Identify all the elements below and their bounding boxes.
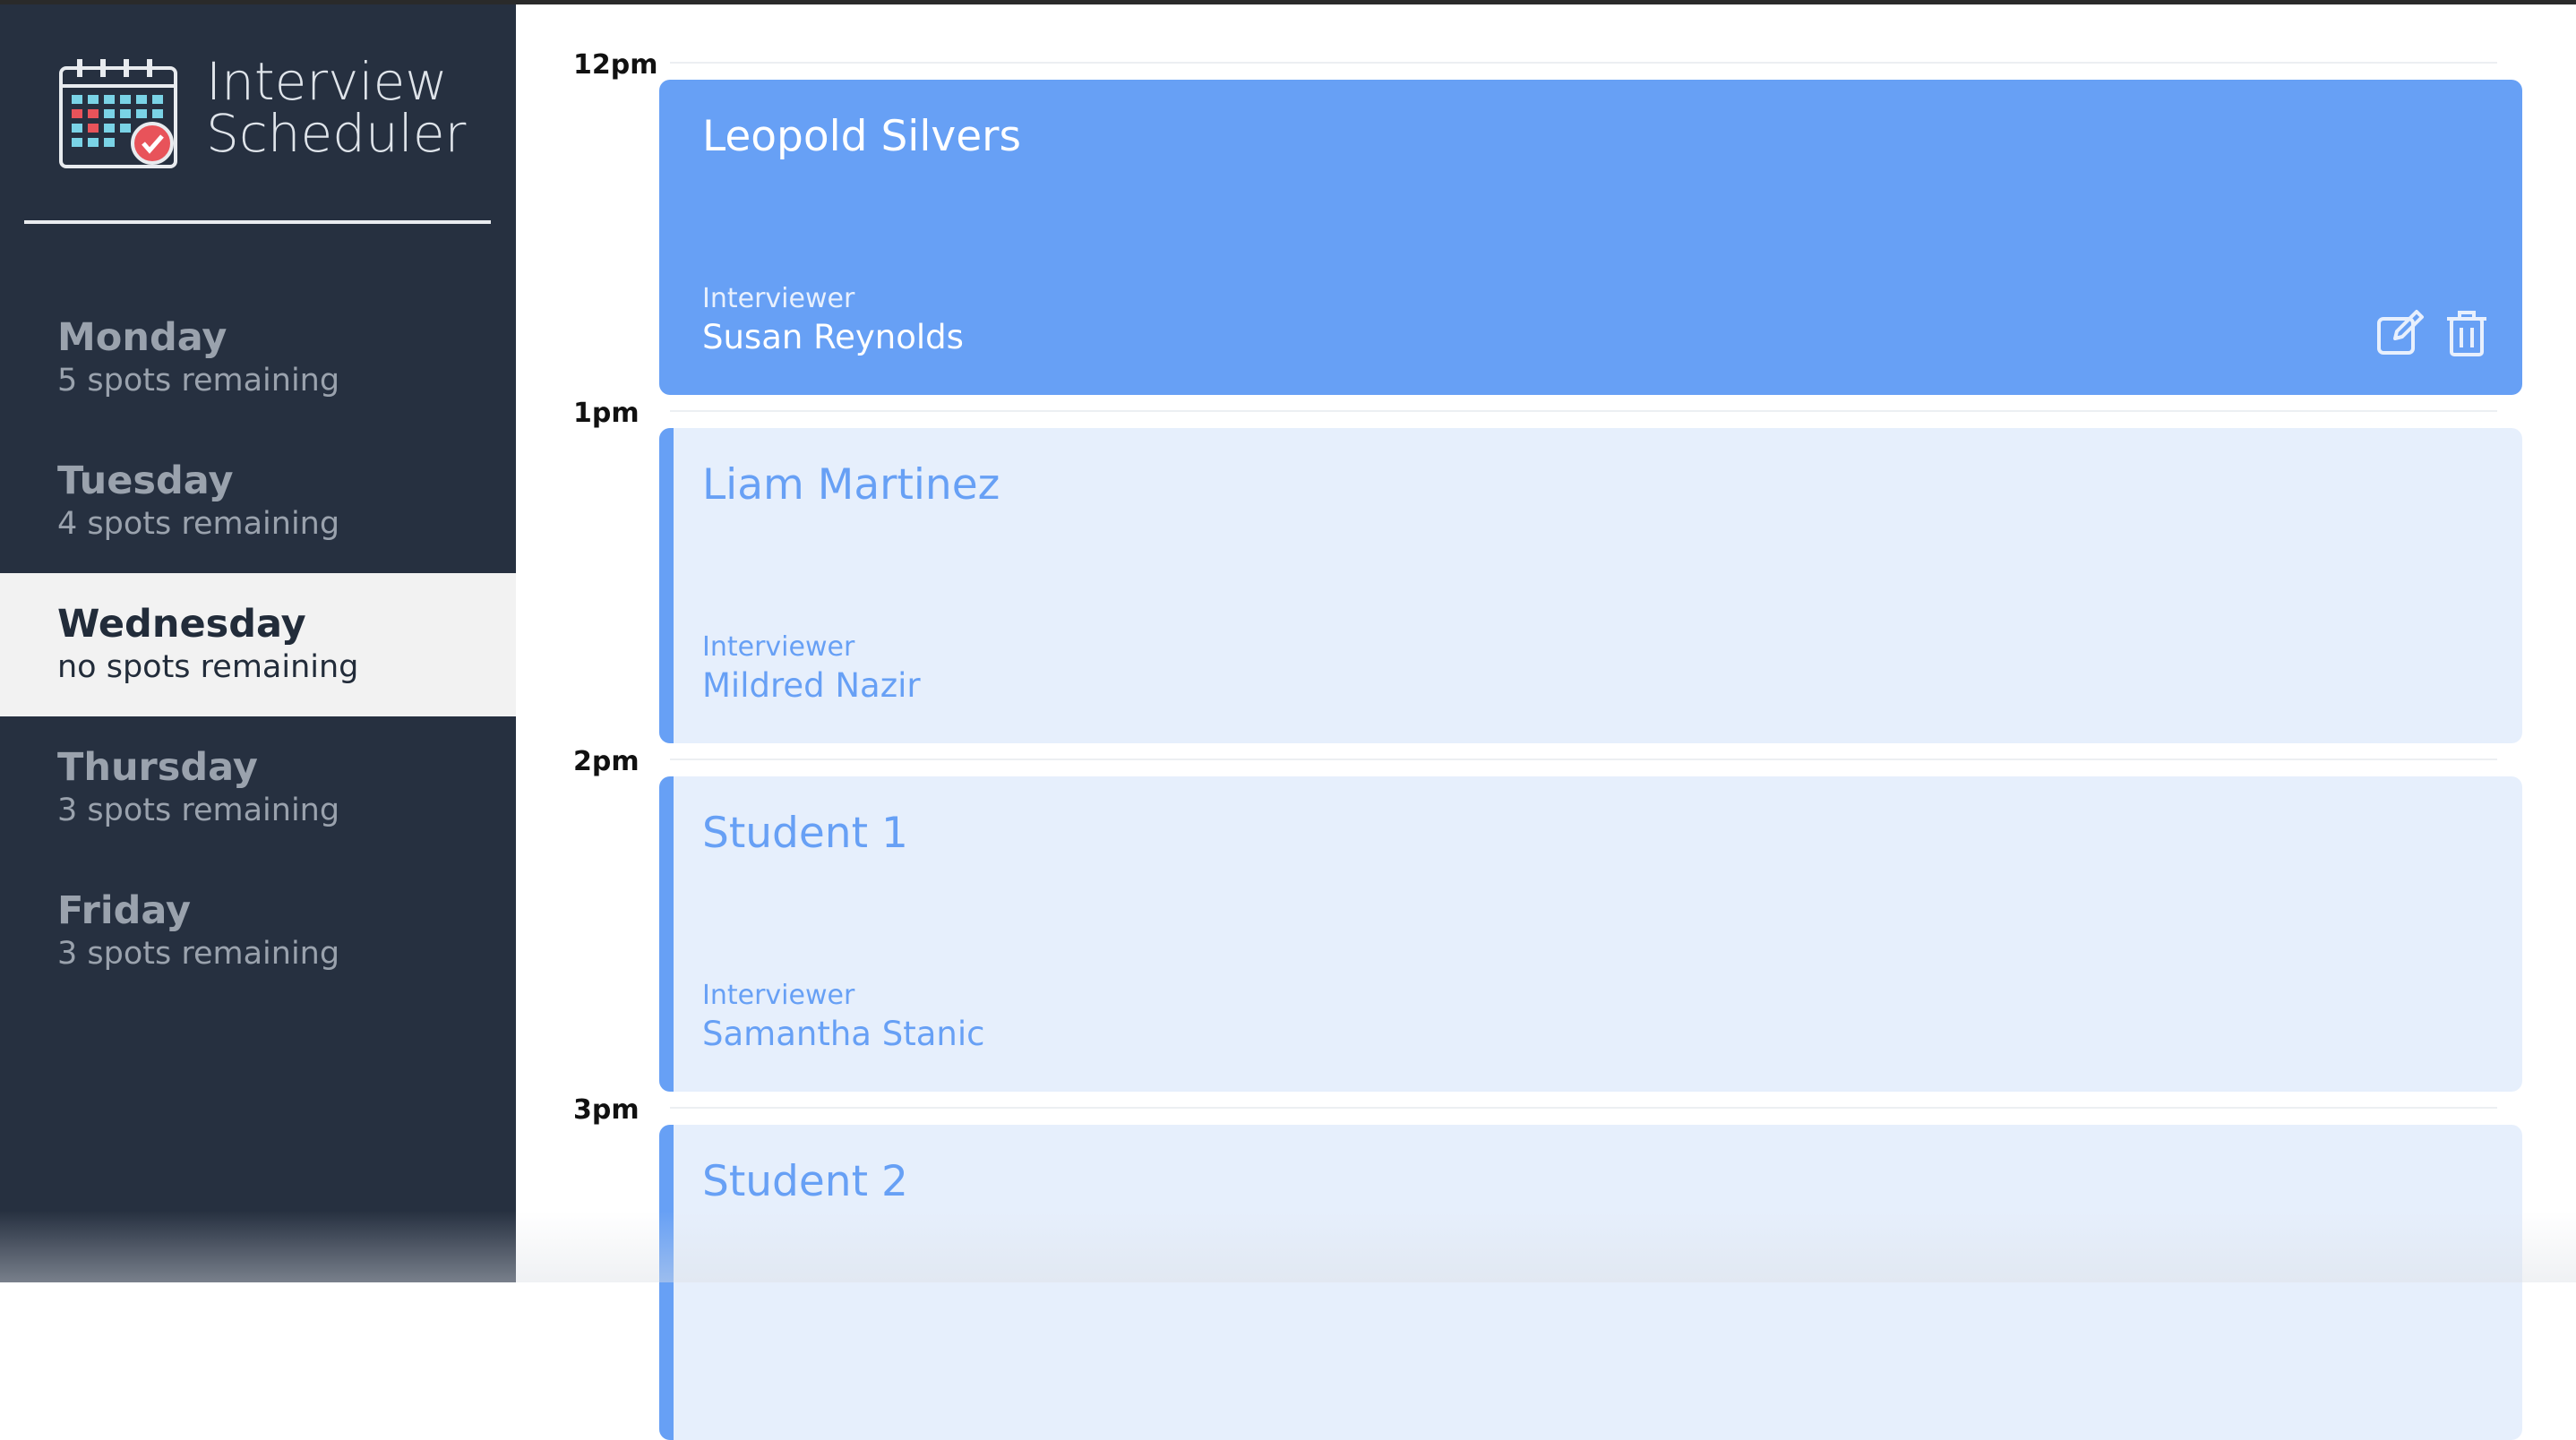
hour-divider — [670, 62, 2497, 64]
day-name: Thursday — [57, 745, 516, 790]
schedule: 12pm Leopold Silvers Interviewer Susan R… — [516, 4, 2576, 1282]
brand: Interview Scheduler — [59, 54, 480, 179]
sidebar-divider — [24, 220, 491, 224]
interviewer-label: Interviewer — [702, 980, 854, 1011]
interviewer-label: Interviewer — [702, 631, 854, 663]
day-name: Friday — [57, 888, 516, 933]
day-spots: 3 spots remaining — [57, 790, 516, 831]
appointment-card[interactable]: Student 1 Interviewer Samantha Stanic — [659, 776, 2522, 1092]
app-title-line2: Scheduler — [206, 107, 493, 159]
day-name: Tuesday — [57, 459, 516, 503]
hour-label: 3pm — [573, 1094, 640, 1126]
app-title: Interview Scheduler — [206, 56, 493, 159]
sidebar: Interview Scheduler Monday 5 spots remai… — [0, 4, 516, 1282]
interviewer-name: Samantha Stanic — [702, 1015, 984, 1053]
hour-label: 2pm — [573, 746, 640, 777]
interviewer-name: Susan Reynolds — [702, 318, 964, 356]
day-spots: 5 spots remaining — [57, 360, 516, 401]
appointment-card[interactable]: Liam Martinez Interviewer Mildred Nazir — [659, 428, 2522, 743]
edit-icon[interactable] — [2375, 308, 2426, 358]
hour-label: 12pm — [573, 49, 657, 81]
day-item-tuesday[interactable]: Tuesday 4 spots remaining — [0, 430, 516, 573]
day-item-wednesday[interactable]: Wednesday no spots remaining — [0, 573, 516, 716]
student-name: Liam Martinez — [702, 460, 1000, 510]
student-name: Student 2 — [702, 1157, 908, 1206]
trash-icon[interactable] — [2442, 308, 2492, 358]
day-spots: no spots remaining — [57, 647, 516, 688]
hour-divider — [670, 1107, 2497, 1109]
student-name: Leopold Silvers — [702, 112, 1021, 161]
day-item-friday[interactable]: Friday 3 spots remaining — [0, 860, 516, 1003]
day-spots: 3 spots remaining — [57, 933, 516, 974]
calendar-check-icon — [59, 57, 177, 168]
hour-divider — [670, 759, 2497, 760]
appointment-card[interactable]: Leopold Silvers Interviewer Susan Reynol… — [659, 80, 2522, 395]
hour-label: 1pm — [573, 398, 640, 429]
day-item-monday[interactable]: Monday 5 spots remaining — [0, 287, 516, 430]
day-list: Monday 5 spots remaining Tuesday 4 spots… — [0, 287, 516, 1003]
appointment-card[interactable]: Student 2 — [659, 1125, 2522, 1440]
day-item-thursday[interactable]: Thursday 3 spots remaining — [0, 716, 516, 860]
hour-divider — [670, 410, 2497, 412]
interviewer-label: Interviewer — [702, 283, 854, 314]
day-name: Wednesday — [57, 602, 516, 647]
interviewer-name: Mildred Nazir — [702, 666, 921, 705]
app-title-line1: Interview — [206, 56, 493, 107]
day-name: Monday — [57, 315, 516, 360]
student-name: Student 1 — [702, 809, 908, 858]
day-spots: 4 spots remaining — [57, 503, 516, 544]
